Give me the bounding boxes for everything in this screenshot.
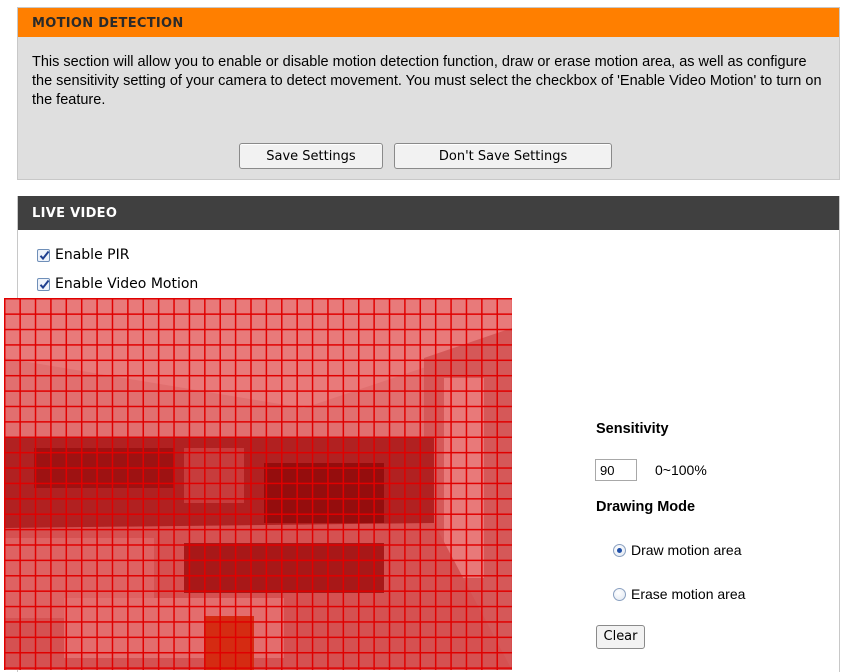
motion-detection-panel: MOTION DETECTION This section will allow…: [17, 7, 840, 180]
erase-motion-area-option[interactable]: Erase motion area: [613, 586, 745, 602]
settings-buttons: Save Settings Don't Save Settings: [18, 143, 839, 169]
erase-motion-area-label: Erase motion area: [631, 586, 746, 602]
drawing-mode-label: Drawing Mode: [596, 499, 696, 515]
clear-button[interactable]: Clear: [596, 625, 645, 649]
draw-motion-area-radio[interactable]: [613, 543, 626, 557]
save-settings-button[interactable]: Save Settings: [238, 143, 383, 169]
live-video-title: LIVE VIDEO: [18, 196, 839, 230]
sensitivity-input[interactable]: [595, 459, 637, 481]
enable-pir-checkbox[interactable]: [37, 248, 50, 262]
enable-video-motion-label: Enable Video Motion: [55, 276, 199, 292]
enable-pir-label: Enable PIR: [55, 247, 130, 263]
sensitivity-label: Sensitivity: [596, 421, 669, 437]
dont-save-settings-button[interactable]: Don't Save Settings: [394, 143, 613, 169]
motion-grid[interactable]: [4, 298, 512, 670]
enable-pir-row[interactable]: Enable PIR: [37, 245, 129, 265]
sensitivity-range: 0~100%: [655, 462, 707, 478]
draw-motion-area-label: Draw motion area: [631, 542, 742, 558]
draw-motion-area-option[interactable]: Draw motion area: [613, 542, 742, 558]
motion-detection-title: MOTION DETECTION: [18, 8, 839, 37]
live-video-feed[interactable]: [4, 298, 512, 670]
motion-detection-description: This section will allow you to enable or…: [32, 54, 822, 108]
erase-motion-area-radio[interactable]: [613, 587, 626, 601]
enable-video-motion-checkbox[interactable]: [37, 277, 50, 291]
enable-video-motion-row[interactable]: Enable Video Motion: [37, 274, 198, 294]
